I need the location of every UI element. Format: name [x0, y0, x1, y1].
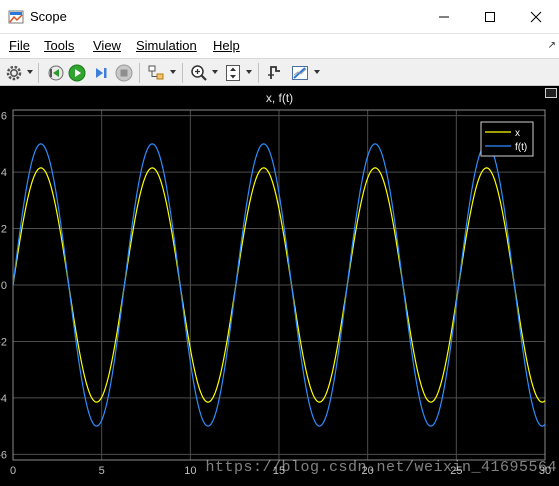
highlight-block-icon: [148, 65, 164, 80]
menu-tools-label: Tools: [44, 38, 75, 53]
maximize-icon: [485, 11, 495, 22]
stop-button[interactable]: [114, 63, 134, 83]
step-back-icon: [48, 65, 64, 81]
x-tick-label: 0: [10, 465, 16, 477]
measurements-button[interactable]: [265, 63, 285, 83]
y-tick-label: 0: [1, 280, 7, 292]
menu-simulation-label: Simulation: [136, 38, 197, 53]
y-tick-label: 6: [1, 111, 7, 123]
style-icon: [292, 66, 308, 80]
close-icon: [530, 11, 542, 22]
scope-display[interactable]: x, f(t) -6-4-20246051015202530xf(t) http…: [0, 86, 559, 486]
y-tick-label: -2: [0, 336, 7, 348]
minimize-button[interactable]: [421, 0, 467, 33]
step-back-button[interactable]: [45, 63, 65, 83]
style-dropdown-icon[interactable]: [313, 68, 321, 76]
settings-icon: [6, 65, 22, 81]
menu-help-label: Help: [213, 38, 240, 53]
y-tick-label: -6: [0, 449, 7, 461]
title-bar: Scope: [0, 0, 559, 34]
legend-label: x: [515, 128, 520, 139]
step-forward-icon: [96, 68, 107, 78]
settings-button[interactable]: [4, 63, 24, 83]
style-button[interactable]: [290, 63, 310, 83]
step-forward-button[interactable]: [91, 63, 111, 83]
highlight-dropdown-icon[interactable]: [169, 68, 177, 76]
menu-help[interactable]: Help: [213, 38, 240, 54]
fit-to-view-icon: [226, 65, 240, 81]
window-title: Scope: [30, 9, 67, 24]
menu-overflow-icon[interactable]: ↗: [548, 40, 556, 51]
matlab-icon: [8, 10, 24, 24]
toolbar-separator: [258, 63, 259, 83]
maximize-button[interactable]: [467, 0, 513, 33]
legend-label: f(t): [515, 142, 527, 153]
menu-file[interactable]: File: [9, 38, 30, 54]
menu-view[interactable]: View: [93, 38, 121, 54]
toolbar-separator: [139, 63, 140, 83]
menu-view-label: View: [93, 38, 121, 53]
x-tick-label: 5: [99, 465, 105, 477]
settings-dropdown-icon[interactable]: [26, 68, 34, 76]
y-tick-label: -4: [0, 393, 7, 405]
zoom-icon: [191, 65, 207, 81]
y-tick-label: 2: [1, 224, 7, 236]
close-button[interactable]: [513, 0, 559, 33]
chart: -6-4-20246051015202530xf(t): [0, 109, 551, 477]
zoom-button[interactable]: [189, 63, 209, 83]
y-tick-label: 4: [1, 167, 7, 179]
run-icon: [68, 64, 86, 82]
toolbar-separator: [182, 63, 183, 83]
run-button[interactable]: [67, 63, 87, 83]
watermark: https://blog.csdn.net/weixin_41695564: [205, 459, 557, 476]
menu-tools[interactable]: Tools: [44, 38, 74, 54]
menu-bar: File Tools View Simulation Help ↗: [0, 34, 559, 58]
menu-simulation[interactable]: Simulation: [136, 38, 197, 54]
zoom-dropdown-icon[interactable]: [211, 68, 219, 76]
fit-to-view-button[interactable]: [223, 63, 243, 83]
toolbar-separator: [38, 63, 39, 83]
stop-icon: [115, 64, 133, 82]
toolbar: [0, 58, 559, 86]
x-tick-label: 10: [184, 465, 196, 477]
highlight-block-button[interactable]: [146, 63, 166, 83]
fit-dropdown-icon[interactable]: [245, 68, 253, 76]
measurements-icon: [268, 66, 280, 79]
menu-file-label: File: [9, 38, 30, 53]
minimize-icon: [439, 16, 449, 17]
